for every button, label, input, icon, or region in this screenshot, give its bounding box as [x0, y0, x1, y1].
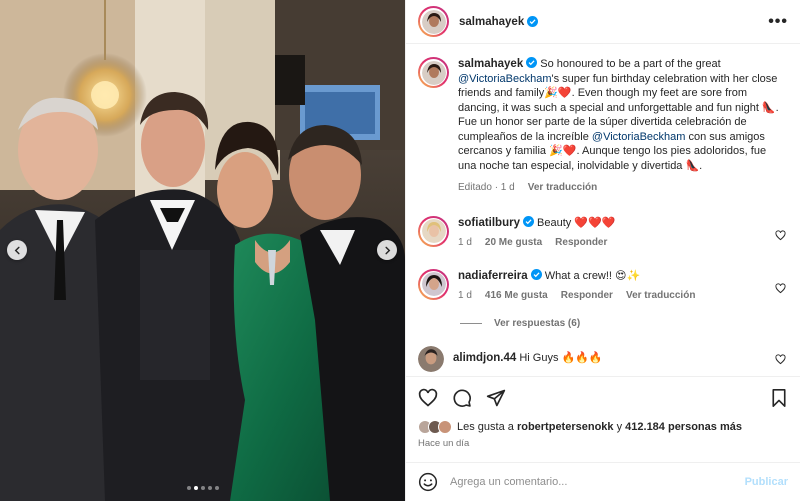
verified-icon — [522, 215, 534, 227]
party-photo-image — [0, 0, 405, 501]
comment-item: sofiatilbury Beauty ❤️❤️❤️ 1 d 20 Me gus… — [418, 215, 788, 251]
comment-text: Beauty ❤️❤️❤️ — [537, 216, 616, 229]
likes-user[interactable]: robertpetersenokk — [517, 421, 614, 433]
publish-button[interactable]: Publicar — [745, 476, 788, 488]
comment-avatar[interactable] — [418, 268, 449, 300]
post-date[interactable]: Hace un día — [418, 438, 788, 449]
avatar-image — [421, 272, 446, 296]
caption-avatar[interactable] — [418, 57, 449, 88]
comment-composer: Publicar — [406, 462, 800, 501]
emoji-icon[interactable] — [418, 472, 438, 492]
comment-text: Hi Guys 🔥🔥🔥 — [519, 351, 603, 364]
comment-likes[interactable]: 20 Me gusta — [485, 236, 542, 251]
carousel-dot — [193, 486, 198, 490]
liker-avatar — [438, 420, 452, 434]
post-actions: Les gusta a robertpetersenokk y 412.184 … — [406, 376, 800, 460]
caption-part-1: So honoured to be a part of the great — [540, 58, 721, 70]
comment-item: alimdjon.44 Hi Guys 🔥🔥🔥 — [418, 345, 788, 372]
view-replies-label: Ver respuestas (6) — [494, 317, 581, 329]
caption-username[interactable]: salmahayek — [458, 58, 523, 70]
share-icon[interactable] — [486, 388, 506, 408]
comment-like-icon[interactable] — [775, 229, 786, 241]
caption-translate-link[interactable]: Ver traducción — [528, 181, 597, 196]
chevron-left-icon — [14, 246, 20, 254]
avatar-image — [421, 219, 446, 243]
post-modal: salmahayek ••• salmahayek So honoured to… — [0, 0, 800, 501]
likes-count[interactable]: 412.184 personas más — [625, 421, 742, 433]
comment-translate-link[interactable]: Ver traducción — [626, 289, 695, 304]
comment-username[interactable]: nadiaferreira — [458, 270, 528, 282]
carousel-next-button[interactable] — [377, 240, 397, 260]
caption-row: salmahayek So honoured to be a part of t… — [418, 57, 788, 196]
heart-icon[interactable] — [418, 388, 438, 408]
liker-avatars — [418, 420, 452, 434]
post-side-panel: salmahayek ••• salmahayek So honoured to… — [405, 0, 800, 501]
comment-reply-button[interactable]: Responder — [555, 236, 607, 251]
avatar-image — [421, 60, 446, 85]
post-photo[interactable] — [0, 0, 405, 501]
mention-link[interactable]: @VictoriaBeckham — [458, 73, 552, 85]
carousel-dot — [214, 486, 219, 490]
avatar-image — [421, 9, 446, 34]
verified-icon — [527, 16, 539, 27]
comment-item: nadiaferreira What a crew!! 😍✨ 1 d 416 M… — [418, 268, 788, 304]
comment-reply-button[interactable]: Responder — [561, 289, 613, 304]
comment-like-icon[interactable] — [775, 282, 786, 294]
carousel-dot — [200, 486, 205, 490]
author-username[interactable]: salmahayek — [459, 16, 524, 28]
comment-text: What a crew!! 😍✨ — [544, 269, 641, 282]
mention-link[interactable]: @VictoriaBeckham — [592, 131, 686, 143]
caption-edited-time: Editado · 1 d — [458, 182, 515, 193]
author-avatar[interactable] — [418, 6, 449, 37]
replies-divider — [460, 322, 482, 324]
post-header: salmahayek ••• — [406, 0, 800, 44]
comment-time: 1 d — [458, 237, 472, 248]
likes-prefix: Les gusta a — [457, 421, 514, 433]
comment-avatar[interactable] — [418, 215, 449, 247]
bookmark-icon[interactable] — [770, 388, 788, 408]
comment-username[interactable]: sofiatilbury — [458, 217, 520, 229]
comment-time: 1 d — [458, 290, 472, 301]
view-replies-button[interactable]: Ver respuestas (6) — [460, 318, 788, 329]
more-options-button[interactable]: ••• — [768, 13, 788, 31]
carousel-dot — [186, 486, 191, 490]
comment-input[interactable] — [450, 476, 745, 488]
verified-icon — [530, 268, 542, 280]
carousel-prev-button[interactable] — [7, 240, 27, 260]
comment-avatar[interactable] — [418, 345, 444, 372]
comment-icon[interactable] — [452, 388, 472, 408]
verified-icon — [526, 57, 538, 68]
chevron-right-icon — [384, 246, 390, 254]
likes-summary: Les gusta a robertpetersenokk y 412.184 … — [418, 420, 788, 434]
carousel-dots — [0, 486, 405, 490]
comment-username[interactable]: alimdjon.44 — [453, 352, 516, 364]
likes-middle: y — [616, 421, 623, 433]
comment-likes[interactable]: 416 Me gusta — [485, 289, 548, 304]
comment-like-icon[interactable] — [775, 353, 786, 365]
carousel-dot — [207, 486, 212, 490]
caption-text: salmahayek So honoured to be a part of t… — [458, 57, 784, 173]
comments-section[interactable]: salmahayek So honoured to be a part of t… — [406, 45, 800, 376]
